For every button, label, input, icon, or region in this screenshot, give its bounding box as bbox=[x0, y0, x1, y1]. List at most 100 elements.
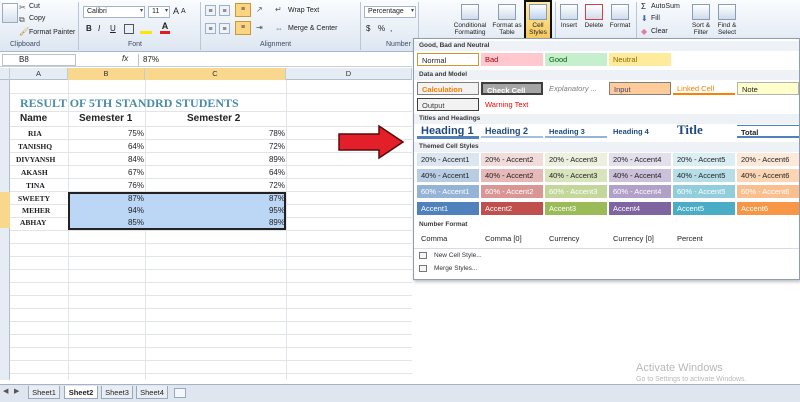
comma-button[interactable]: , bbox=[390, 24, 392, 33]
style-accent6[interactable]: Accent6 bbox=[737, 202, 799, 215]
cell-name[interactable]: TINA bbox=[26, 179, 45, 192]
style-20-accent3[interactable]: 20% - Accent3 bbox=[545, 153, 607, 166]
align-left-icon[interactable]: ≡ bbox=[205, 23, 216, 34]
cell-name[interactable]: AKASH bbox=[21, 166, 48, 179]
scissors-icon[interactable]: ✂ bbox=[19, 3, 26, 12]
column-header[interactable]: C bbox=[145, 68, 286, 80]
style-60-accent2[interactable]: 60% - Accent2 bbox=[481, 185, 543, 198]
style-20-accent2[interactable]: 20% - Accent2 bbox=[481, 153, 543, 166]
copy-icon[interactable]: ⧉ bbox=[19, 15, 25, 25]
style-accent4[interactable]: Accent4 bbox=[609, 202, 671, 215]
sheet-tab-3[interactable]: Sheet3 bbox=[101, 386, 133, 399]
sheet-tab-2[interactable]: Sheet2 bbox=[64, 386, 98, 399]
cell-name[interactable]: RIA bbox=[28, 127, 42, 140]
cell-name[interactable]: TANISHQ bbox=[18, 140, 52, 153]
insert-button[interactable]: Insert bbox=[558, 2, 580, 40]
cell-semester-2[interactable]: 89% bbox=[145, 216, 285, 229]
autosum-button[interactable]: AutoSum bbox=[651, 3, 680, 10]
sheet-tab-1[interactable]: Sheet1 bbox=[28, 386, 60, 399]
cell-semester-1[interactable]: 75% bbox=[68, 127, 144, 140]
style-output[interactable]: Output bbox=[417, 98, 479, 111]
style-good[interactable]: Good bbox=[545, 53, 607, 66]
style-currency[interactable]: Currency bbox=[545, 232, 607, 245]
column-header[interactable]: A bbox=[10, 68, 68, 80]
merge-center-button[interactable]: Merge & Center bbox=[288, 25, 337, 32]
currency-button[interactable]: $ bbox=[366, 24, 370, 33]
clear-button[interactable]: Clear bbox=[651, 28, 668, 35]
align-center-icon[interactable]: ≡ bbox=[219, 23, 230, 34]
select-all-corner[interactable] bbox=[0, 68, 10, 80]
merge-styles-menu-item[interactable]: Merge Styles... bbox=[434, 265, 477, 272]
style-60-accent4[interactable]: 60% - Accent4 bbox=[609, 185, 671, 198]
font-color-icon[interactable]: A bbox=[160, 22, 170, 34]
style-note[interactable]: Note bbox=[737, 82, 799, 95]
style-total[interactable]: Total bbox=[737, 125, 799, 138]
row-headers[interactable] bbox=[0, 80, 10, 380]
style-60-accent1[interactable]: 60% - Accent1 bbox=[417, 185, 479, 198]
style-20-accent4[interactable]: 20% - Accent4 bbox=[609, 153, 671, 166]
borders-icon[interactable] bbox=[124, 24, 134, 34]
next-sheet-icon[interactable]: ▶ bbox=[14, 387, 19, 395]
cell-semester-1[interactable]: 84% bbox=[68, 153, 144, 166]
format-button[interactable]: Format bbox=[608, 2, 632, 40]
style-input[interactable]: Input bbox=[609, 82, 671, 95]
orientation-icon[interactable]: ↗ bbox=[256, 5, 263, 14]
cell-semester-1[interactable]: 76% bbox=[68, 179, 144, 192]
style-heading-2[interactable]: Heading 2 bbox=[481, 125, 543, 138]
font-size-combo[interactable]: 11 ▾ bbox=[148, 6, 170, 18]
column-header[interactable]: D bbox=[286, 68, 412, 80]
cell-semester-2[interactable]: 72% bbox=[145, 179, 285, 192]
style-comma[interactable]: Comma bbox=[417, 232, 479, 245]
font-name-combo[interactable]: Calibri ▾ bbox=[83, 6, 145, 18]
style-20-accent1[interactable]: 20% - Accent1 bbox=[417, 153, 479, 166]
bold-button[interactable]: B bbox=[86, 24, 92, 33]
style-60-accent5[interactable]: 60% - Accent5 bbox=[673, 185, 735, 198]
header-semester-1[interactable]: Semester 1 bbox=[79, 112, 132, 125]
italic-button[interactable]: I bbox=[98, 24, 100, 33]
insert-function-icon[interactable]: fx bbox=[122, 54, 128, 63]
column-header[interactable]: B bbox=[68, 68, 145, 80]
style-40-accent4[interactable]: 40% - Accent4 bbox=[609, 169, 671, 182]
style-check-cell[interactable]: Check Cell bbox=[481, 82, 543, 95]
style-40-accent3[interactable]: 40% - Accent3 bbox=[545, 169, 607, 182]
cut-button[interactable]: Cut bbox=[29, 3, 40, 10]
sheet-tab-4[interactable]: Sheet4 bbox=[136, 386, 168, 399]
style-accent3[interactable]: Accent3 bbox=[545, 202, 607, 215]
align-right-icon[interactable]: ≡ bbox=[235, 21, 251, 35]
style-40-accent1[interactable]: 40% - Accent1 bbox=[417, 169, 479, 182]
paste-icon[interactable] bbox=[2, 3, 18, 23]
grow-font-button[interactable]: A bbox=[173, 6, 179, 16]
sheet-title[interactable]: RESULT OF 5TH STANDRD STUDENTS bbox=[20, 95, 239, 111]
format-painter-button[interactable]: Format Painter bbox=[29, 29, 75, 36]
style-40-accent6[interactable]: 40% - Accent6 bbox=[737, 169, 799, 182]
style-20-accent6[interactable]: 20% - Accent6 bbox=[737, 153, 799, 166]
indent-icon[interactable]: ⇥ bbox=[256, 23, 263, 32]
cell-semester-1[interactable]: 64% bbox=[68, 140, 144, 153]
copy-button[interactable]: Copy bbox=[29, 15, 45, 22]
fill-color-icon[interactable] bbox=[140, 24, 152, 34]
align-bottom-icon[interactable]: ≡ bbox=[235, 3, 251, 17]
cell-name[interactable]: DIVYANSH bbox=[16, 153, 55, 166]
find-select-button[interactable]: Find & Select bbox=[714, 2, 740, 40]
style-explanatory[interactable]: Explanatory ... bbox=[545, 82, 607, 95]
style-accent2[interactable]: Accent2 bbox=[481, 202, 543, 215]
conditional-formatting-button[interactable]: Conditional Formatting bbox=[450, 2, 490, 40]
name-box[interactable]: B8 bbox=[2, 54, 76, 66]
style-warning-text[interactable]: Warning Text bbox=[481, 98, 543, 111]
shrink-font-button[interactable]: A bbox=[181, 8, 186, 15]
style-calculation[interactable]: Calculation bbox=[417, 82, 479, 95]
cell-semester-2[interactable]: 78% bbox=[145, 127, 285, 140]
cell-semester-2[interactable]: 64% bbox=[145, 166, 285, 179]
format-as-table-button[interactable]: Format as Table bbox=[492, 2, 522, 40]
format-painter-icon[interactable]: 🖌 bbox=[19, 27, 29, 36]
wrap-text-button[interactable]: Wrap Text bbox=[288, 7, 319, 14]
header-name[interactable]: Name bbox=[20, 112, 47, 125]
style-normal[interactable]: Normal bbox=[417, 53, 479, 66]
style-heading-4[interactable]: Heading 4 bbox=[609, 125, 671, 138]
delete-button[interactable]: Delete bbox=[582, 2, 606, 40]
align-middle-icon[interactable]: ≡ bbox=[219, 5, 230, 16]
sort-filter-button[interactable]: Sort & Filter bbox=[688, 2, 714, 40]
cell-semester-2[interactable]: 89% bbox=[145, 153, 285, 166]
style-heading-3[interactable]: Heading 3 bbox=[545, 125, 607, 138]
style-60-accent3[interactable]: 60% - Accent3 bbox=[545, 185, 607, 198]
